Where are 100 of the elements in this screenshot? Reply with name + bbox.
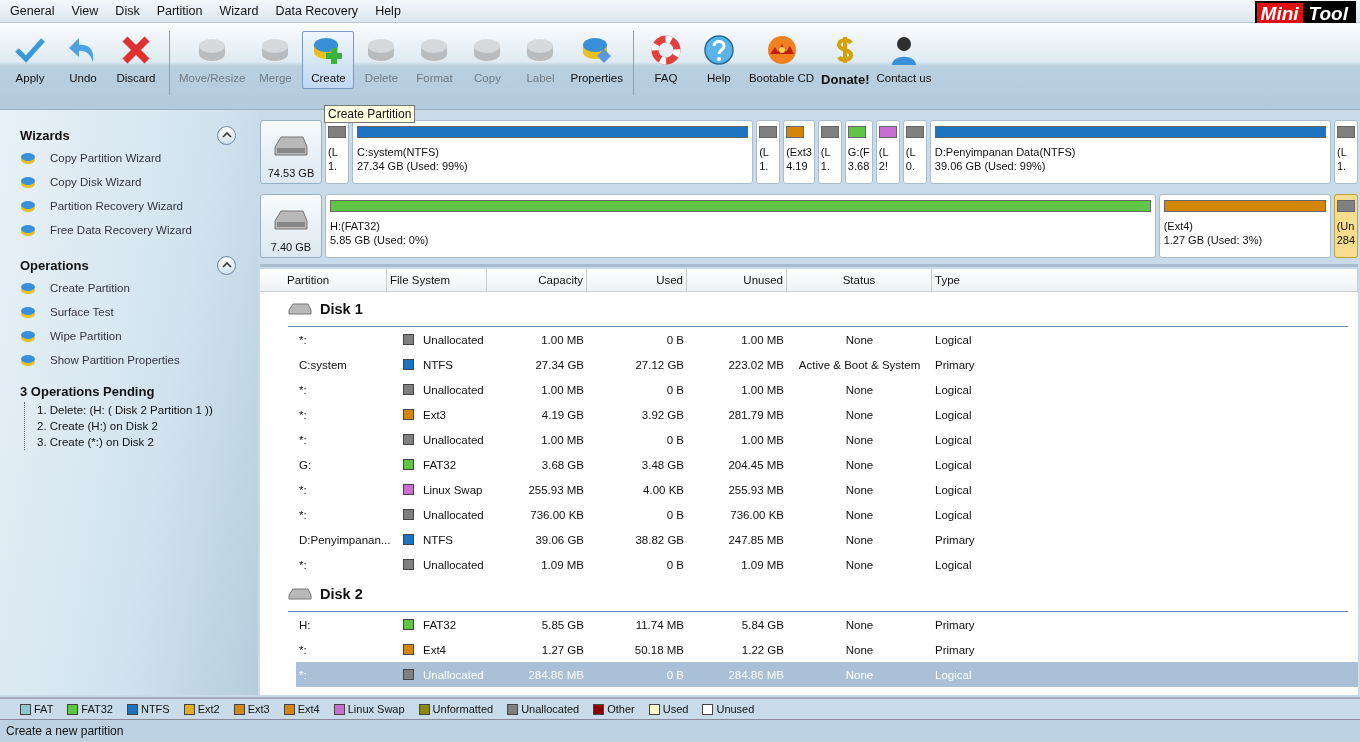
partition-row[interactable]: *: Linux Swap 255.93 MB 4.00 KB 255.93 MB None Logical [296,477,1358,502]
menu-item[interactable]: Partition [150,4,209,18]
sidebar-item[interactable]: Copy Disk Wizard [20,170,258,194]
toolbar-button[interactable]: Contact us [873,31,935,89]
partition-block[interactable]: H:(FAT32) 5.85 GB (Used: 0%) [325,194,1156,258]
legend-label: Linux Swap [347,703,405,715]
legend-label: Unallocated [521,703,580,715]
partition-block[interactable]: (L 1. [756,120,781,184]
sidebar-item[interactable]: Create Partition [20,276,258,300]
partition-row[interactable]: G: FAT32 3.68 GB 3.48 GB 204.45 MB None Logical [296,452,1358,477]
table-cell: FAT32 [423,458,457,471]
chevron-up-icon [221,132,232,138]
toolbar-button[interactable]: Apply [4,31,56,89]
legend-label: Used [662,703,689,715]
partition-row[interactable]: C:system NTFS 27.34 GB 27.12 GB 223.02 MB Active & Boot & System Primary [296,352,1358,377]
partition-block[interactable]: (L 1. [817,120,842,184]
cross-icon [120,34,152,66]
partition-block[interactable]: (Ext4) 1.27 GB (Used: 3%) [1158,194,1331,258]
toolbar-button[interactable]: Create [302,31,355,89]
section-title: Operations [20,257,89,273]
table-cell: Unallocated [423,668,484,681]
partition-block[interactable]: (Un 284 [1333,194,1358,258]
sidebar-item[interactable]: Free Data Recovery Wizard [20,218,258,242]
chevron-up-icon [221,262,232,268]
table-cell: Unallocated [423,333,484,346]
table-cell: Unallocated [423,433,484,446]
toolbar-button[interactable]: Properties [567,31,626,89]
menu-item[interactable]: Data Recovery [269,4,365,18]
legend-label: FAT [34,703,54,715]
section-title: 3 Operations Pending [20,384,156,401]
table-cell: Ext4 [423,643,446,656]
partition-row[interactable]: *: Unallocated 1.00 MB 0 B 1.00 MB None Logical [296,427,1358,452]
disk-card[interactable]: 7.40 GB [260,194,322,258]
table-cell: Unallocated [423,508,484,521]
partition-row[interactable]: D:Penyimpanan... NTFS 39.06 GB 38.82 GB 247.85 MB None Primary [296,527,1358,552]
partition-row[interactable]: *: Unallocated 1.00 MB 0 B 1.00 MB None Logical [296,377,1358,402]
table-cell: FAT32 [423,618,457,631]
section-title: Wizards [20,127,70,143]
disk-card[interactable]: 74.53 GB [260,120,322,184]
legend-label: Ext3 [247,703,270,715]
disk-name: Disk 2 [320,586,363,602]
sidebar-item[interactable]: Surface Test [20,300,258,324]
partition-block[interactable]: C:system(NTFS) 27.34 GB (Used: 99%) [352,120,754,184]
hard-drive-icon [288,303,312,315]
column-header[interactable]: Status [787,269,932,291]
sidebar-item[interactable]: Wipe Partition [20,324,258,348]
column-header[interactable]: Capacity [487,269,587,291]
toolbar-button[interactable]: Donate! [818,31,873,92]
hard-drive-icon [288,588,312,600]
partition-row[interactable]: *: Unallocated 736.00 KB 0 B 736.00 KB None Logical [296,502,1358,527]
column-header[interactable]: File System [387,269,487,291]
toolbar-button[interactable]: Help [692,31,745,89]
partition-block[interactable]: (L 2! [875,120,900,184]
sidebar-item[interactable]: Partition Recovery Wizard [20,194,258,218]
menu-item[interactable]: Wizard [213,4,265,18]
hard-drive-icon [273,207,309,233]
sidebar-item[interactable]: Show Partition Properties [20,348,258,372]
table-cell: Unallocated [423,558,484,571]
menu-item[interactable]: General [4,4,61,18]
partition-block[interactable]: (L 0. [902,120,927,184]
toolbar-button[interactable]: Discard [110,31,162,89]
partition-row[interactable]: *: Ext4 1.27 GB 50.18 MB 1.22 GB None Primary [296,637,1358,662]
disk-icon [20,280,36,296]
flame-disc-icon [765,34,798,66]
sidebar-item[interactable]: Copy Partition Wizard [20,146,258,170]
collapse-button[interactable] [217,125,236,145]
menu-item[interactable]: View [65,4,105,18]
toolbar-button[interactable]: FAQ [639,31,692,89]
toolbar-button[interactable]: Undo [57,31,109,89]
legend-label: NTFS [140,703,170,715]
partition-block[interactable]: G:(F 3.68 [844,120,873,184]
column-header[interactable]: Partition [260,269,387,291]
pending-operation[interactable]: 1. Delete: (H: ( Disk 2 Partition 1 )) [25,402,258,418]
partition-block[interactable]: D:Penyimpanan Data(NTFS) 39.06 GB (Used: 99%) [929,120,1331,184]
column-header[interactable]: Used [587,269,687,291]
partition-row[interactable]: *: Unallocated 1.09 MB 0 B 1.09 MB None Logical [296,552,1358,577]
column-header[interactable]: Type [932,269,1358,291]
table-cell: NTFS [423,358,454,371]
partition-row[interactable]: H: FAT32 5.85 GB 11.74 MB 5.84 GB None Primary [296,612,1358,637]
menu-item[interactable]: Help [369,4,407,18]
pending-operation[interactable]: 2. Create (H:) on Disk 2 [25,418,258,434]
collapse-button[interactable] [217,255,236,275]
partition-block[interactable]: (L 1. [1334,120,1358,184]
partition-block[interactable]: (Ext3 4.19 [783,120,815,184]
menu-item[interactable]: Disk [109,4,146,18]
table-cell: Ext3 [423,408,446,421]
hard-drive-icon [273,133,309,159]
help-icon [702,34,735,66]
disk-icon [20,328,36,344]
table-cell: NTFS [423,533,454,546]
legend-label: Unformatted [432,703,494,715]
disk-icon [20,352,36,368]
column-header[interactable]: Unused [687,269,787,291]
partition-row[interactable]: *: Unallocated 1.00 MB 0 B 1.00 MB None Logical [296,327,1358,352]
pending-operation[interactable]: 3. Create (*:) on Disk 2 [25,434,258,450]
toolbar-button[interactable]: Bootable CD [745,31,818,89]
partition-block[interactable]: (L 1. [325,120,349,184]
disk-name: Disk 1 [320,301,363,317]
partition-row[interactable]: *: Ext3 4.19 GB 3.92 GB 281.79 MB None Logical [296,402,1358,427]
lifebuoy-icon [649,34,682,66]
